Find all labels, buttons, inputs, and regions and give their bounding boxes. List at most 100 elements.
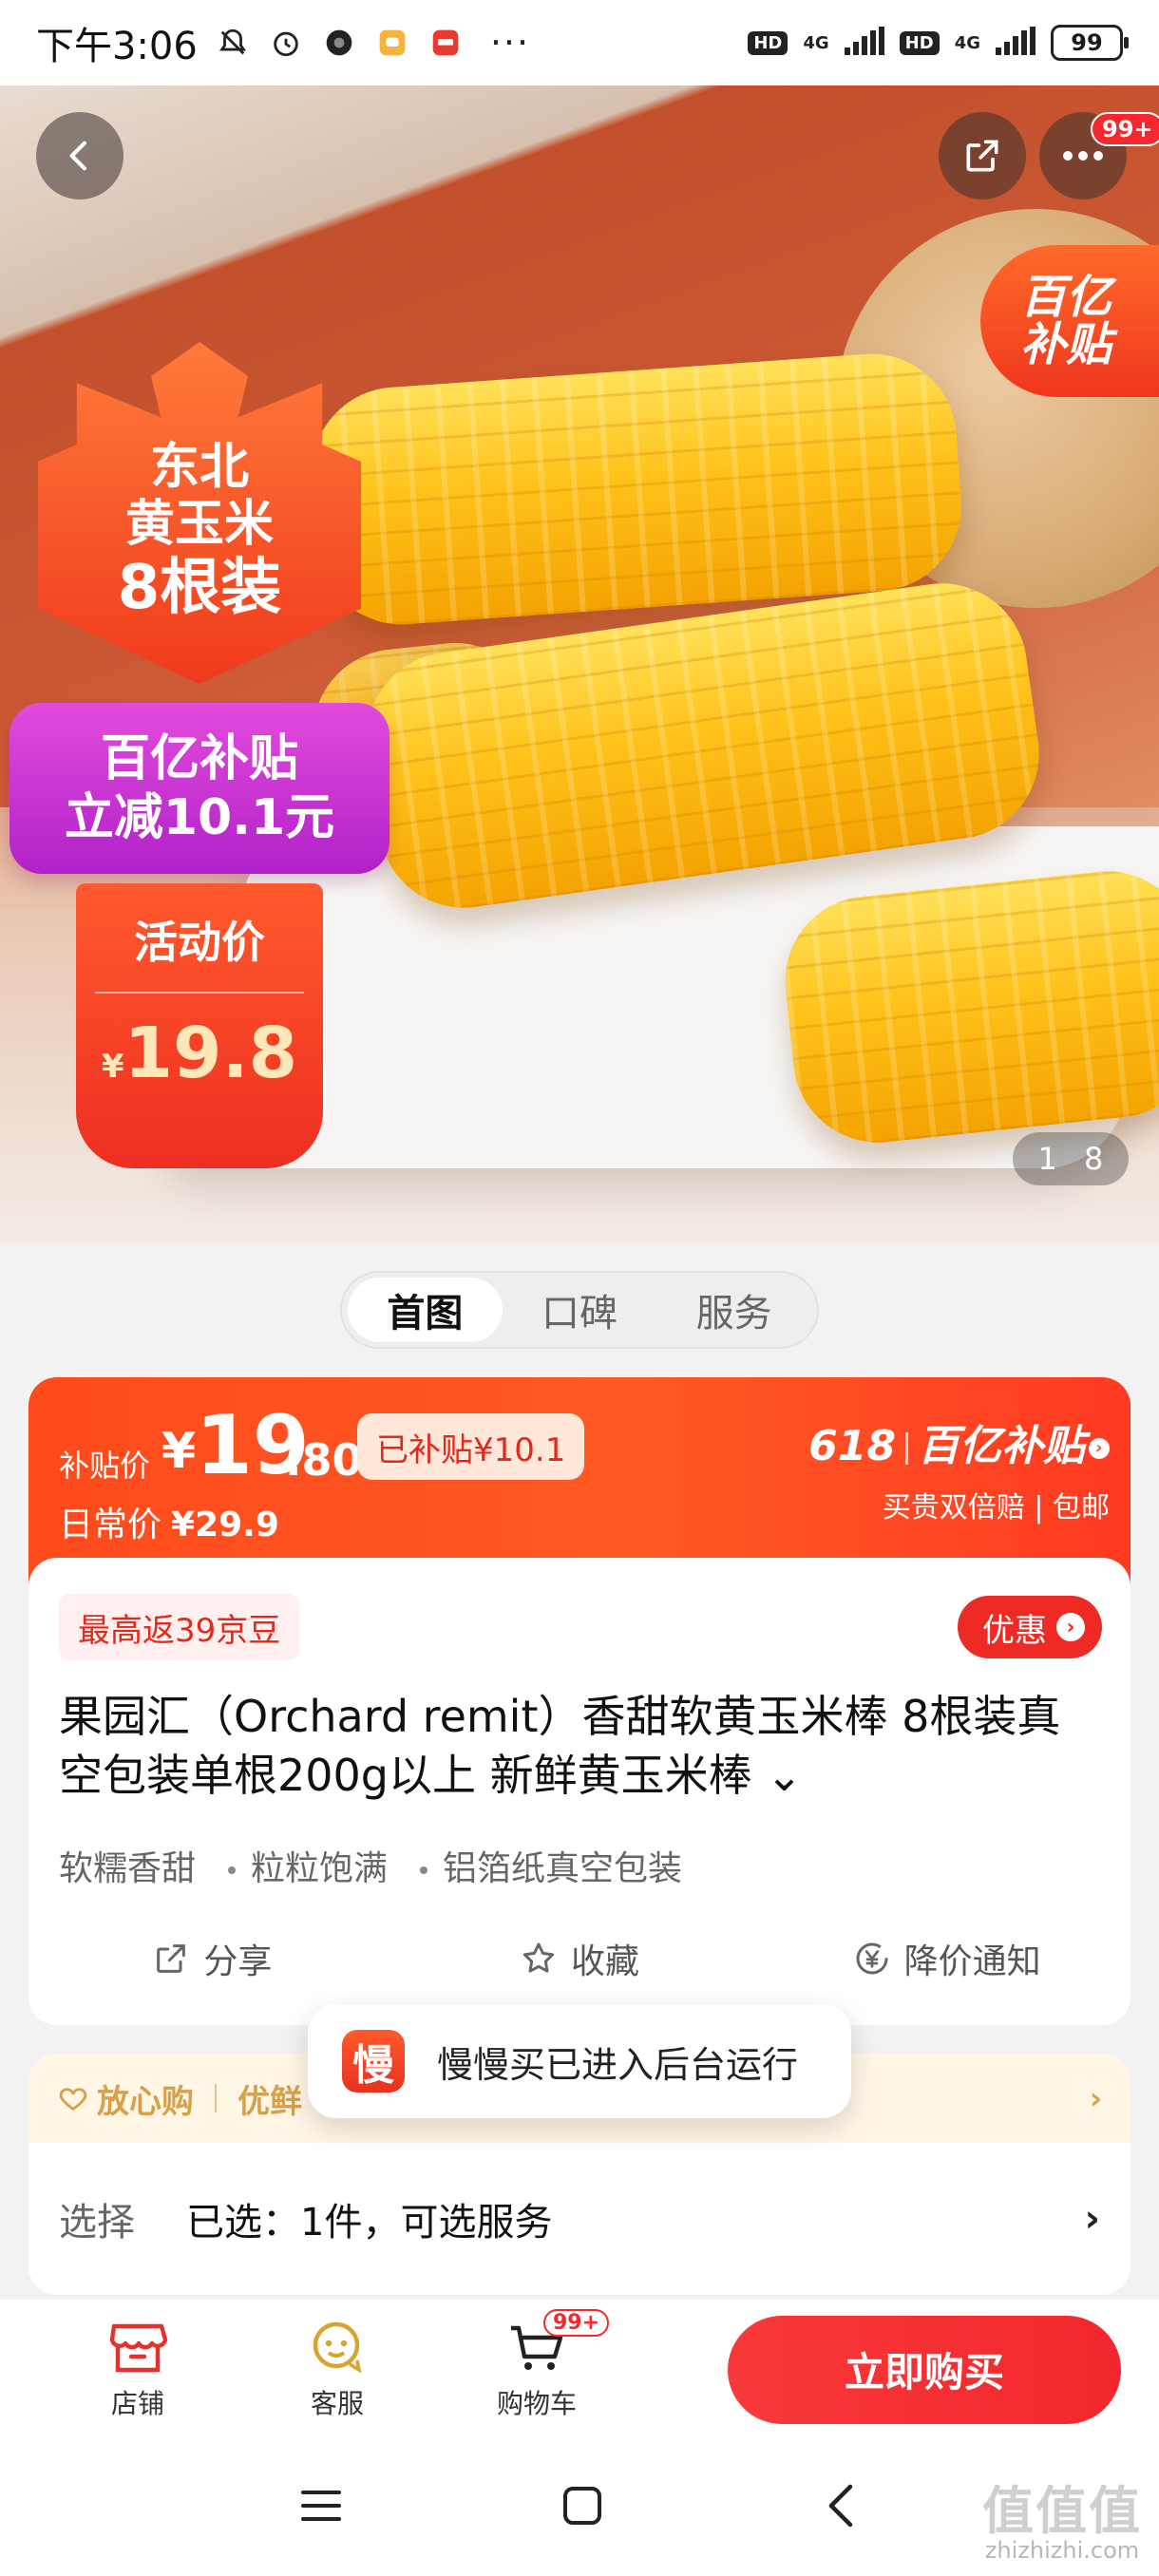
back-nav-button[interactable] [822,2483,860,2532]
promo-line: 黄玉米 [124,496,274,554]
cart-label: 购物车 [496,2387,577,2419]
select-label: 选择 [59,2201,135,2245]
store-icon [109,2323,168,2372]
product-actions: 分享 收藏 降价通知 [28,1921,1130,1997]
beans-rebate-badge: 最高返39京豆 [59,1594,300,1660]
hd-icon: HD [748,30,788,55]
buy-now-button[interactable]: 立即购买 [728,2315,1121,2424]
chevron-right-icon: › [1089,1438,1110,1459]
share-action[interactable]: 分享 [28,1921,396,1997]
manmanmai-app-icon: 慢 [342,2030,405,2093]
image-page-indicator: 1 8 [1013,1132,1129,1185]
subsidy-corner-line: 百亿 [1020,270,1112,324]
chevron-right-icon: › [1084,2197,1100,2241]
price-decimal: .80 [285,1434,363,1486]
promo-sticker-price: 活动价 ¥19.8 [76,883,323,1168]
feature-tag: 粒粒饱满 [251,1849,389,1888]
subsidy-price-label: 补贴价 [59,1448,151,1484]
cart-button[interactable]: 99+ 购物车 [437,2308,636,2421]
heart-icon [59,2088,87,2112]
watermark-brand: 值值值 [982,2481,1142,2542]
select-value: 已选：1件，可选服务 [186,2201,553,2245]
regular-price-label: 日常价 [59,1506,162,1544]
product-title[interactable]: 果园汇（Orchard remit）香甜软黄玉米棒 8根装真空包装单根200g以… [59,1687,1104,1805]
favorite-action[interactable]: 收藏 [396,1921,764,1997]
store-button[interactable]: 店铺 [38,2319,238,2421]
bullet-dot [228,1866,237,1874]
share-label: 分享 [203,1942,273,1981]
back-arrow-icon [828,2484,853,2528]
select-spec-row[interactable]: 选择 已选：1件，可选服务 › [28,2143,1130,2295]
signal-icon [844,27,884,59]
promo-line: 8根装 [117,553,282,623]
divider [95,992,304,994]
promo-line: 东北 [149,439,249,497]
product-image-gallery[interactable]: 东北 黄玉米 8根装 百亿补贴 立减10.1元 活动价 ¥19.8 [0,85,1159,1244]
customer-service-icon [313,2321,362,2374]
divider [905,1432,908,1465]
promo-currency: ¥ [101,1048,124,1086]
campaign-guarantee: 买贵双倍赔 | 包邮 [882,1491,1110,1525]
campaign-block[interactable]: 618 百亿补贴 › 买贵双倍赔 | 包邮 [808,1411,1110,1525]
bell-muted-icon [215,25,251,61]
hd-icon-2: HD [899,30,940,55]
chevron-right-icon: › [1089,2080,1102,2116]
promo-subsidy-line: 立减10.1元 [64,789,335,846]
promo-price: ¥19.8 [102,1013,297,1094]
tab-reviews[interactable]: 口碑 [503,1278,657,1342]
app-icon-yellow [374,25,410,61]
feature-tag-item: 铝箔纸真空包装 [420,1841,682,1890]
price-alert-action[interactable]: 降价通知 [763,1921,1130,1997]
price-currency: ¥ [162,1423,197,1480]
home-square-icon [563,2487,601,2525]
more-dots-icon [1063,151,1103,161]
corn-image [776,862,1159,1151]
product-features: 软糯香甜 粒粒饱满 铝箔纸真空包装 [59,1841,682,1890]
promo-sticker-subsidy: 百亿补贴 立减10.1元 [10,703,390,874]
product-info-card: 最高返39京豆 优惠 › 果园汇（Orchard remit）香甜软黄玉米棒 8… [28,1558,1130,2025]
tab-main-image[interactable]: 首图 [348,1278,503,1342]
promo-price-value: 19.8 [124,1013,298,1094]
campaign-logo: 618 百亿补贴 › [808,1411,1110,1472]
feature-tag-item: 粒粒饱满 [228,1841,388,1890]
network-label: 4G [803,32,829,53]
status-time: 下午3:06 [36,25,198,68]
corn-image [306,348,967,631]
share-icon [966,140,998,172]
subsidized-amount-badge: 已补贴¥10.1 [357,1413,585,1480]
menu-nav-button[interactable] [299,2487,343,2529]
background-running-toast: 慢 慢慢买已进入后台运行 [308,2004,851,2118]
customer-service-label: 客服 [310,2387,364,2419]
share-button[interactable] [939,112,1026,199]
yen-circle-icon [856,1942,888,1975]
back-button[interactable] [36,112,124,199]
status-icons-left: ··· [215,22,530,64]
price-alert-label: 降价通知 [903,1942,1041,1981]
customer-service-button[interactable]: 客服 [238,2319,437,2421]
home-nav-button[interactable] [561,2485,603,2530]
status-bar: 下午3:06 ··· HD 4G HD 4G 99 [0,0,1159,85]
regular-price: 日常价 ¥29.9 [59,1497,279,1546]
favorite-label: 收藏 [571,1942,640,1981]
chevron-left-icon [69,141,87,171]
gallery-tabs: 首图 口碑 服务 [340,1271,819,1349]
tab-service[interactable]: 服务 [656,1278,811,1342]
status-icons-right: HD 4G HD 4G 99 [748,25,1129,61]
bullet-dot [420,1866,428,1874]
network-label-2: 4G [954,32,980,53]
subsidy-corner-badge: 百亿 补贴 [980,245,1159,397]
toast-text: 慢慢买已进入后台运行 [437,2043,799,2086]
coupon-label: 优惠 [982,1611,1047,1650]
campaign-name: 百亿补贴 [918,1422,1085,1470]
app-icon-dark [321,25,357,61]
chevron-right-icon: › [1056,1613,1085,1641]
assurance-label: 放心购 [97,2082,194,2121]
watermark-url: zhizhizhi.com [984,2536,1140,2564]
bottom-action-bar: 店铺 客服 99+ 购物车 立即购买 [0,2299,1159,2439]
coupon-button[interactable]: 优惠 › [958,1596,1102,1658]
page-total: 8 [1084,1141,1104,1177]
star-icon [522,1942,555,1973]
signal-icon-2 [996,27,1036,59]
feature-tag: 铝箔纸真空包装 [443,1849,683,1888]
alarm-icon [268,25,304,61]
